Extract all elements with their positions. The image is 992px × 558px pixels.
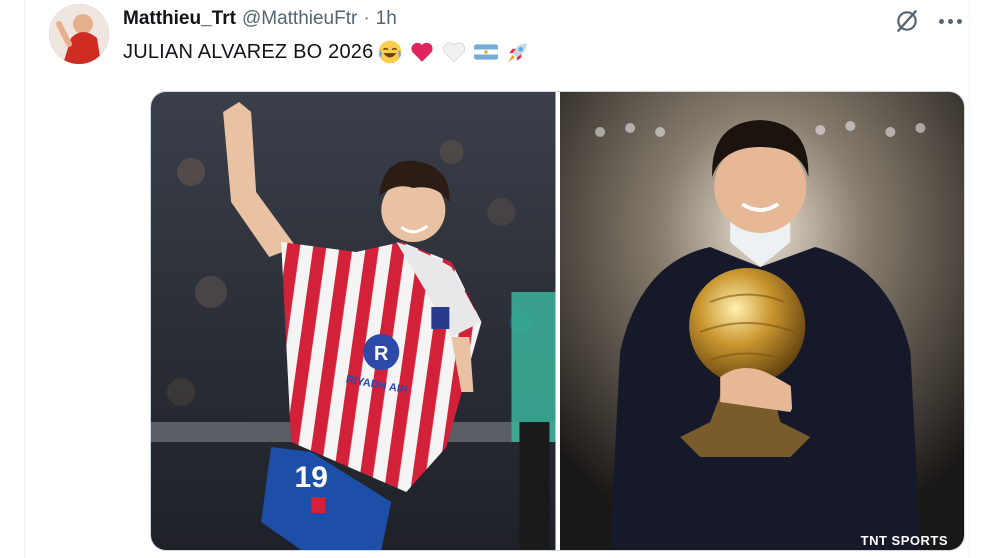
- tweet-header: Matthieu_Trt @MatthieuFtr · 1h: [123, 6, 397, 32]
- rocket-emoji: [503, 38, 533, 66]
- avatar[interactable]: [49, 4, 109, 64]
- argentina-flag-emoji: [471, 38, 501, 66]
- svg-text:R: R: [374, 343, 389, 365]
- tweet-body: JULIAN ALVAREZ BO 2026: [123, 40, 374, 63]
- more-options-icon[interactable]: [933, 6, 967, 36]
- svg-text:19: 19: [295, 461, 328, 494]
- grok-icon[interactable]: [892, 6, 922, 36]
- media-grid: R RIYADH AIR 19 TNT SPORTS: [150, 91, 965, 551]
- separator-dot: ·: [363, 8, 370, 29]
- tweet-post: Matthieu_Trt @MatthieuFtr · 1h JULIAN AL…: [24, 0, 970, 558]
- tweet-text: JULIAN ALVAREZ BO 2026: [123, 38, 533, 66]
- red-heart-emoji: [407, 38, 437, 66]
- dot-icon: [956, 18, 962, 24]
- user-handle[interactable]: @MatthieuFtr: [242, 8, 357, 30]
- timestamp[interactable]: 1h: [376, 8, 397, 30]
- tnt-sports-watermark: TNT SPORTS: [860, 533, 948, 548]
- white-heart-emoji: [439, 38, 469, 66]
- ballon-dor-trophy-photo[interactable]: TNT SPORTS: [559, 92, 964, 550]
- display-name[interactable]: Matthieu_Trt: [123, 8, 236, 30]
- dot-icon: [938, 18, 944, 24]
- joy-emoji: [375, 38, 405, 66]
- dot-icon: [947, 18, 953, 24]
- player-celebration-photo[interactable]: R RIYADH AIR 19: [151, 92, 556, 550]
